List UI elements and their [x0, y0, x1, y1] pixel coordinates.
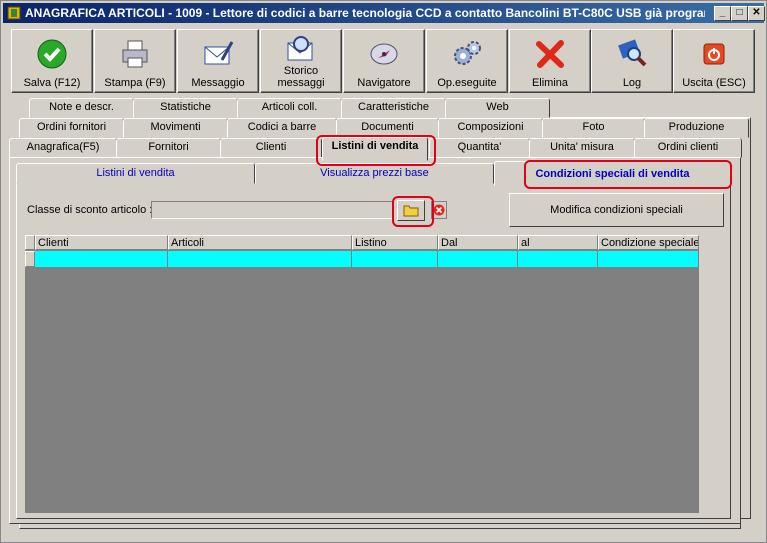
title-bar[interactable]: ANAGRAFICA ARTICOLI - 1009 - Lettore di … [3, 3, 765, 23]
tab-web[interactable]: Web [445, 98, 550, 118]
exit-button[interactable]: Uscita (ESC) [673, 29, 755, 93]
envelope-search-icon [287, 36, 313, 61]
compass-icon [370, 43, 398, 65]
executed-operations-label: Op.eseguite [437, 77, 497, 89]
delete-button-label: Elimina [531, 77, 569, 89]
navigator-button[interactable]: Navigatore [343, 29, 425, 93]
highlight-subtab-condizioni [524, 160, 732, 189]
navigator-button-label: Navigatore [357, 77, 411, 89]
tab-produzione[interactable]: Produzione [644, 118, 749, 138]
subtab-listini-di-vendita[interactable]: Listini di vendita [16, 163, 255, 184]
gears-icon [454, 41, 481, 65]
power-icon [703, 43, 725, 65]
grid-row-indicator-header [25, 235, 35, 250]
column-header-articoli[interactable]: Articoli [168, 235, 352, 250]
message-button[interactable]: Messaggio [177, 29, 259, 93]
tab-articoli-coll[interactable]: Articoli coll. [237, 98, 342, 118]
tab-ordini-fornitori[interactable]: Ordini fornitori [19, 118, 124, 138]
tab-note-descr[interactable]: Note e descr. [29, 98, 134, 118]
tab-movimenti[interactable]: Movimenti [123, 118, 228, 138]
tab-fornitori[interactable]: Fornitori [116, 138, 221, 158]
table-row-cell-al[interactable] [518, 251, 598, 267]
grid-row-indicator[interactable] [25, 251, 35, 267]
tab-foto[interactable]: Foto [542, 118, 645, 138]
magnifier-icon [618, 39, 647, 67]
message-history-button[interactable]: Storico messaggi [260, 29, 342, 93]
executed-operations-button[interactable]: Op.eseguite [426, 29, 508, 93]
save-button-label: Salva (F12) [23, 77, 81, 89]
printer-icon [122, 40, 148, 68]
table-row-cell-clienti[interactable] [35, 251, 168, 267]
table-row-cell-articoli[interactable] [168, 251, 352, 267]
save-button[interactable]: Salva (F12) [11, 29, 93, 93]
highlight-tab-listini [316, 135, 436, 166]
window-title: ANAGRAFICA ARTICOLI - 1009 - Lettore di … [25, 6, 705, 20]
subtab-visualizza-prezzi-base[interactable]: Visualizza prezzi base [255, 163, 494, 184]
column-header-listino[interactable]: Listino [352, 235, 438, 250]
column-header-dal[interactable]: Dal [438, 235, 518, 250]
log-button-label: Log [622, 77, 642, 89]
clear-x-icon [433, 204, 445, 216]
envelope-pen-icon [204, 41, 234, 65]
tab-caratteristiche[interactable]: Caratteristiche [341, 98, 446, 118]
discount-class-field[interactable] [151, 201, 393, 219]
message-button-label: Messaggio [191, 77, 245, 89]
delete-x-icon [536, 40, 564, 68]
close-button[interactable]: ✕ [748, 6, 765, 21]
table-row-cell-listino[interactable] [352, 251, 438, 267]
tab-ordini-clienti[interactable]: Ordini clienti [634, 138, 742, 158]
tab-composizioni[interactable]: Composizioni [438, 118, 543, 138]
column-header-al[interactable]: al [518, 235, 598, 250]
column-header-clienti[interactable]: Clienti [35, 235, 168, 250]
tab-clienti[interactable]: Clienti [220, 138, 322, 158]
check-icon [37, 39, 67, 69]
highlight-folder-button [392, 196, 434, 227]
special-conditions-grid[interactable]: Clienti Articoli Listino Dal al Condizio… [25, 235, 699, 513]
print-button[interactable]: Stampa (F9) [94, 29, 176, 93]
minimize-button[interactable]: _ [714, 6, 731, 21]
app-icon [7, 6, 21, 20]
tab-unita-misura[interactable]: Unita' misura [529, 138, 635, 158]
tab-anagrafica[interactable]: Anagrafica(F5) [9, 138, 117, 158]
exit-button-label: Uscita (ESC) [682, 77, 746, 89]
delete-button[interactable]: Elimina [509, 29, 591, 93]
message-history-button-label: Storico messaggi [277, 65, 325, 89]
column-header-condizione-speciale[interactable]: Condizione speciale [598, 235, 699, 250]
maximize-button[interactable]: □ [731, 6, 748, 21]
print-button-label: Stampa (F9) [104, 77, 166, 89]
tab-quantita[interactable]: Quantita' [429, 138, 530, 158]
table-row-cell-condizione[interactable] [598, 251, 699, 267]
tab-statistiche[interactable]: Statistiche [133, 98, 238, 118]
main-window: ANAGRAFICA ARTICOLI - 1009 - Lettore di … [0, 0, 767, 543]
discount-class-label: Classe di sconto articolo : [27, 204, 153, 216]
modify-special-conditions-button[interactable]: Modifica condizioni speciali [509, 193, 724, 227]
log-button[interactable]: Log [591, 29, 673, 93]
table-row-cell-dal[interactable] [438, 251, 518, 267]
